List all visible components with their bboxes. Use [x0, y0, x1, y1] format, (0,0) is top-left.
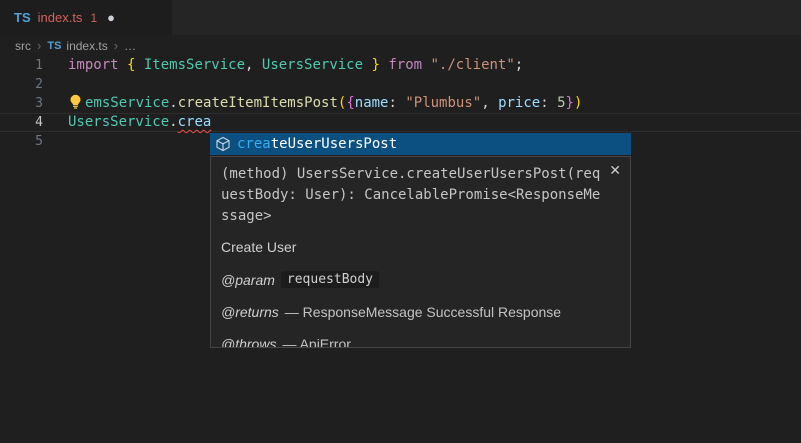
breadcrumb-item-src[interactable]: src [15, 39, 31, 53]
code-token: } [566, 95, 574, 111]
code-line-content: import { ItemsService, UsersService } fr… [68, 56, 523, 75]
tab-filename: index.ts [38, 10, 83, 25]
code-token: : [388, 95, 405, 111]
code-token: price [498, 95, 540, 111]
intellisense-popup: createUserUsersPost ✕ (method) UsersServ… [210, 133, 631, 348]
doc-tag-returns: @returns — ResponseMessage Successful Re… [221, 304, 620, 320]
code-line[interactable]: 1 import { ItemsService, UsersService } … [0, 56, 801, 75]
doc-tag-throws: @throws — ApiError [221, 336, 620, 348]
line-number: 1 [0, 56, 43, 75]
line-number: 4 [0, 113, 43, 132]
code-token: . [169, 95, 177, 111]
code-token: name [355, 95, 389, 111]
code-line-current[interactable]: 4 UsersService.crea [0, 113, 801, 132]
code-tokens: emsService.createItemItemsPost({name: "P… [85, 95, 582, 111]
code-token: from [380, 57, 431, 73]
code-token: UsersService [253, 57, 371, 73]
suggestion-docs-panel: ✕ (method) UsersService.createUserUsersP… [210, 156, 631, 348]
param-name-chip: requestBody [281, 271, 379, 288]
line-number: 3 [0, 94, 43, 113]
code-token: : [540, 95, 557, 111]
tab-dirty-indicator[interactable]: ● [107, 11, 115, 24]
suggestion-item-selected[interactable]: createUserUsersPost [210, 133, 631, 155]
doc-tag-text: — ApiError [282, 336, 350, 348]
code-token: ; [515, 57, 523, 73]
code-token: "./client" [431, 57, 515, 73]
code-line-content: emsService.createItemItemsPost({name: "P… [68, 94, 582, 113]
suggestion-match-text: crea [237, 136, 271, 152]
doc-tag-label: @param [221, 272, 275, 288]
suggestion-rest-text: teUserUsersPost [271, 136, 397, 152]
lightbulb-quickfix-icon[interactable] [68, 94, 85, 109]
chevron-right-icon: › [37, 38, 41, 53]
code-line-content: UsersService.crea [68, 113, 211, 132]
code-token: import [68, 57, 127, 73]
code-line[interactable]: 2 [0, 75, 801, 94]
close-icon[interactable]: ✕ [609, 164, 621, 178]
typescript-file-icon: TS [47, 40, 61, 52]
code-token: crea [178, 114, 212, 130]
code-token: ) [574, 95, 582, 111]
method-signature: (method) UsersService.createUserUsersPos… [221, 164, 602, 227]
code-line[interactable]: 3 emsService.createItemItemsPost({name: … [0, 94, 801, 113]
code-token: } [371, 57, 379, 73]
vscode-window: TS index.ts 1 ● src › TS index.ts › … 1 … [0, 0, 801, 443]
doc-tag-label: @throws [221, 336, 276, 348]
code-token: "Plumbus" [405, 95, 481, 111]
tab-problems-badge: 1 [90, 11, 97, 25]
symbol-method-icon [215, 136, 231, 152]
doc-tag-label: @returns [221, 304, 279, 320]
code-token: UsersService [68, 114, 169, 130]
code-token: . [169, 114, 177, 130]
doc-tag-text: — ResponseMessage Successful Response [285, 304, 561, 320]
code-token: emsService [85, 95, 169, 111]
code-token: createItemItemsPost [178, 95, 338, 111]
code-token: ItemsService [135, 57, 245, 73]
doc-tag-param: @param requestBody [221, 271, 620, 288]
tab-index-ts[interactable]: TS index.ts 1 ● [0, 0, 172, 35]
breadcrumb: src › TS index.ts › … [0, 35, 801, 56]
code-token: { [346, 95, 354, 111]
typescript-file-icon: TS [14, 10, 31, 25]
suggestion-label: createUserUsersPost [237, 136, 397, 152]
chevron-right-icon: › [114, 38, 118, 53]
tab-bar: TS index.ts 1 ● [0, 0, 801, 35]
breadcrumb-item-more[interactable]: … [124, 39, 136, 53]
breadcrumb-item-file[interactable]: index.ts [66, 39, 107, 53]
code-token: , [481, 95, 498, 111]
line-number: 5 [0, 132, 43, 151]
line-number: 2 [0, 75, 43, 94]
doc-description: Create User [221, 239, 620, 255]
code-token: 5 [557, 95, 565, 111]
